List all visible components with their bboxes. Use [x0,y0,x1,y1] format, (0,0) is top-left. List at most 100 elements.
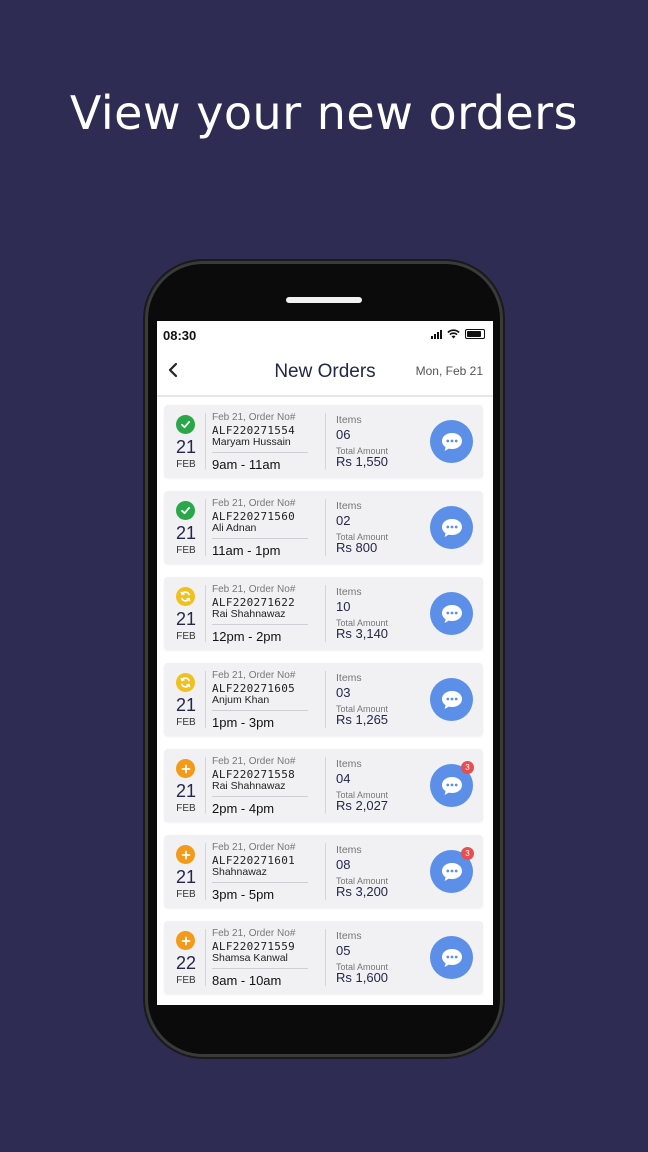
chat-bubble-icon [440,431,464,453]
order-day: 21 [175,609,197,629]
items-count: 05 [336,943,351,958]
chat-bubble-icon [440,861,464,883]
order-meta: Feb 21, Order No# [212,842,296,853]
items-count: 02 [336,513,351,528]
divider [205,671,206,728]
divider [325,585,326,642]
order-card[interactable]: 21 FEB Feb 21, Order No# ALF220271605 An… [164,663,483,736]
divider [325,929,326,986]
order-month: FEB [176,631,196,642]
chat-bubble-icon [440,517,464,539]
divider [205,843,206,900]
chat-bubble-icon [440,947,464,969]
items-label: Items [336,930,362,942]
total-amount: Rs 1,600 [336,970,389,985]
wifi-icon [447,329,460,339]
divider [205,413,206,470]
customer-name: Rai Shahnawaz [212,608,286,620]
order-list: 21 FEB Feb 21, Order No# ALF220271554 Ma… [164,405,483,1005]
phone-frame: 08:30 New Orders Mon, Feb 21 21 FEB Feb … [145,261,503,1057]
items-label: Items [336,844,362,856]
order-card[interactable]: 21 FEB Feb 21, Order No# ALF220271554 Ma… [164,405,483,478]
order-meta: Feb 21, Order No# [212,670,296,681]
items-label: Items [336,586,362,598]
status-time: 08:30 [163,328,197,343]
order-month: FEB [176,889,196,900]
divider [325,413,326,470]
status-bar: 08:30 [157,321,493,349]
chat-bubble-icon [440,775,464,797]
divider [325,499,326,556]
check-icon [176,415,195,434]
refresh-icon [176,673,195,692]
items-label: Items [336,500,362,512]
plus-icon [176,759,195,778]
order-day: 21 [175,523,197,543]
items-count: 08 [336,857,351,872]
chat-button[interactable] [430,678,473,721]
order-day: 21 [175,695,197,715]
divider [212,710,308,711]
items-label: Items [336,672,362,684]
divider [325,671,326,728]
order-card[interactable]: 22 FEB Feb 21, Order No# ALF220271559 Sh… [164,921,483,994]
chat-bubble-icon [440,603,464,625]
status-icons [431,329,485,339]
chat-button[interactable] [430,506,473,549]
items-label: Items [336,414,362,426]
items-count: 10 [336,599,351,614]
chat-button[interactable] [430,420,473,463]
order-card[interactable]: 21 FEB Feb 21, Order No# ALF220271622 Ra… [164,577,483,650]
order-meta: Feb 21, Order No# [212,928,296,939]
order-card[interactable]: 21 FEB Feb 21, Order No# ALF220271601 Sh… [164,835,483,908]
items-count: 03 [336,685,351,700]
order-meta: Feb 21, Order No# [212,584,296,595]
divider [212,538,308,539]
customer-name: Shamsa Kanwal [212,952,288,964]
delivery-slot: 11am - 1pm [212,543,281,558]
order-meta: Feb 21, Order No# [212,498,296,509]
order-card[interactable]: 21 FEB Feb 21, Order No# ALF220271560 Al… [164,491,483,564]
total-amount: Rs 800 [336,540,378,555]
nav-date: Mon, Feb 21 [415,364,483,378]
order-month: FEB [176,459,196,470]
total-amount: Rs 2,027 [336,798,389,813]
plus-icon [176,931,195,950]
unread-badge: 3 [461,761,474,774]
customer-name: Anjum Khan [212,694,270,706]
divider [205,499,206,556]
customer-name: Ali Adnan [212,522,257,534]
plus-icon [176,845,195,864]
items-count: 06 [336,427,351,442]
delivery-slot: 8am - 10am [212,973,282,988]
order-month: FEB [176,975,196,986]
divider [212,624,308,625]
order-month: FEB [176,717,196,728]
divider [205,929,206,986]
items-count: 04 [336,771,351,786]
divider [325,757,326,814]
delivery-slot: 12pm - 2pm [212,629,282,644]
order-day: 22 [175,953,197,973]
order-card[interactable]: 21 FEB Feb 21, Order No# ALF220271558 Ra… [164,749,483,822]
divider [212,452,308,453]
app-screen: 08:30 New Orders Mon, Feb 21 21 FEB Feb … [157,321,493,1005]
divider [212,882,308,883]
order-day: 21 [175,437,197,457]
customer-name: Rai Shahnawaz [212,780,286,792]
total-amount: Rs 1,265 [336,712,389,727]
delivery-slot: 1pm - 3pm [212,715,275,730]
total-amount: Rs 1,550 [336,454,389,469]
customer-name: Shahnawaz [212,866,267,878]
order-day: 21 [175,867,197,887]
chat-button[interactable] [430,936,473,979]
phone-speaker [286,297,362,303]
divider [212,796,308,797]
order-meta: Feb 21, Order No# [212,756,296,767]
chat-button[interactable] [430,592,473,635]
check-icon [176,501,195,520]
chat-bubble-icon [440,689,464,711]
total-amount: Rs 3,200 [336,884,389,899]
divider [325,843,326,900]
battery-icon [465,329,485,339]
